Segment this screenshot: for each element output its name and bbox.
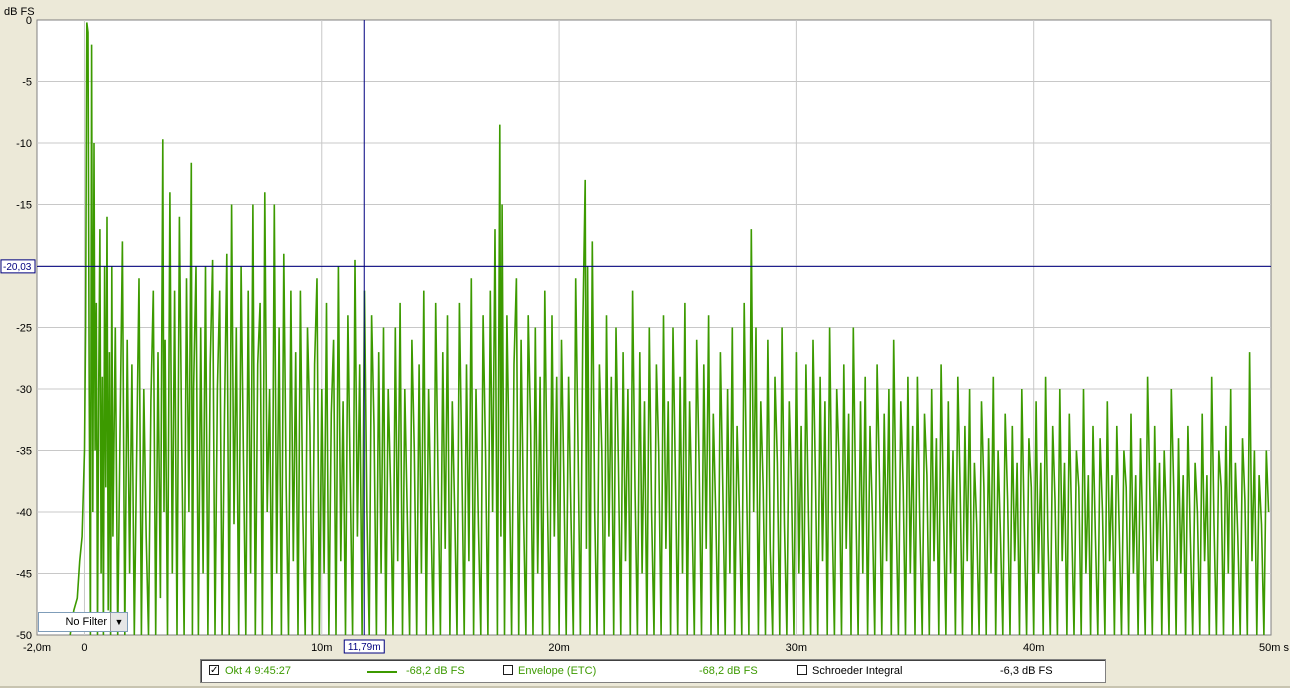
- x-tick-label: 40m: [1023, 642, 1044, 654]
- filter-dropdown[interactable]: No Filter ▼: [38, 612, 128, 632]
- svg-text:11,79m: 11,79m: [348, 642, 381, 653]
- x-tick-label: 20m: [548, 642, 569, 654]
- y-tick-label: -5: [22, 77, 32, 89]
- x-axis-ticks: -2,0m 0 10m 20m 30m 40m 50m s: [23, 642, 1290, 654]
- envelope-checkbox[interactable]: [503, 665, 513, 675]
- y-tick-label: -45: [16, 569, 32, 581]
- x-tick-label: 10m: [311, 642, 332, 654]
- legend-envelope-value: -68,2 dB FS: [699, 665, 758, 677]
- filter-value: No Filter: [65, 616, 107, 628]
- y-tick-label: 0: [26, 15, 32, 27]
- legend-schroeder-value: -6,3 dB FS: [1000, 665, 1053, 677]
- legend-bar: ✓ Okt 4 9:45:27 -68,2 dB FS Envelope (ET…: [200, 659, 1106, 683]
- legend-series-value: -68,2 dB FS: [406, 665, 465, 677]
- legend-envelope-label: Envelope (ETC): [518, 665, 597, 677]
- schroeder-checkbox[interactable]: [797, 665, 807, 675]
- x-tick-label: 0: [81, 642, 87, 654]
- x-tick-label: 30m: [786, 642, 807, 654]
- cursor-x-readout: 11,79m: [343, 639, 385, 654]
- legend-series-label: Okt 4 9:45:27: [225, 665, 292, 677]
- y-tick-label: -50: [16, 630, 32, 642]
- y-tick-label: -10: [16, 138, 32, 150]
- x-tick-label: 50m s: [1259, 642, 1289, 654]
- series-checkbox[interactable]: ✓: [209, 665, 219, 676]
- y-tick-label: -15: [16, 200, 32, 212]
- y-tick-label: -25: [16, 323, 32, 335]
- legend-schroeder-label: Schroeder Integral: [812, 665, 903, 677]
- series-swatch: [367, 671, 397, 673]
- y-tick-label: -30: [16, 384, 32, 396]
- svg-text:-20,03: -20,03: [3, 262, 32, 273]
- y-axis-ticks: 0-5-10-15-20-25-30-35-40-45-50: [16, 15, 32, 642]
- y-tick-label: -35: [16, 446, 32, 458]
- cursor-y-readout: -20,03: [0, 259, 36, 274]
- impulse-chart[interactable]: dB FS 0-5-10-15-20-25-30-35-40-45-50 -2,…: [0, 0, 1290, 656]
- x-tick-label: -2,0m: [23, 642, 51, 654]
- chevron-down-icon[interactable]: ▼: [110, 613, 127, 631]
- y-tick-label: -40: [16, 507, 32, 519]
